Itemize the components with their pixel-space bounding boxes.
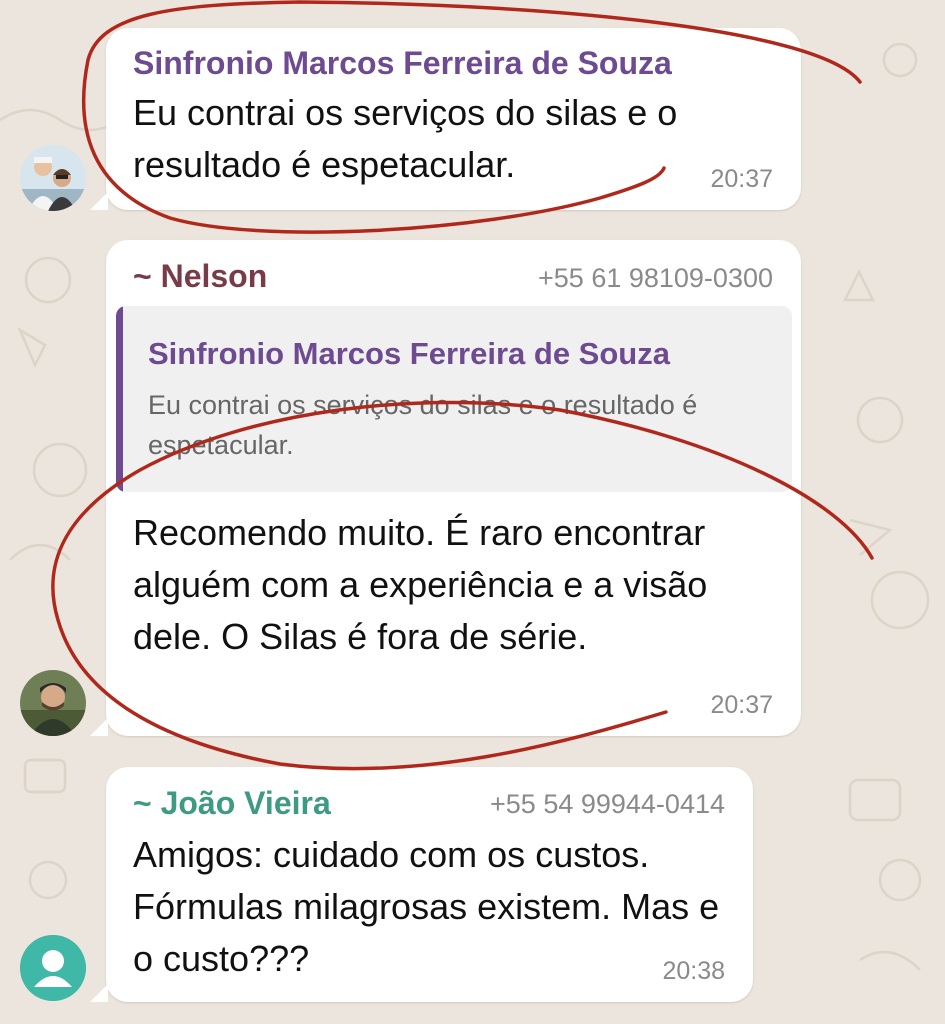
default-person-icon [20, 935, 86, 1001]
sender-name[interactable]: Sinfronio Marcos Ferreira de Souza [133, 45, 672, 82]
quoted-message[interactable]: Sinfronio Marcos Ferreira de Souza Eu co… [116, 306, 792, 492]
couple-photo-icon [20, 145, 86, 211]
message-bubble-sinfronio[interactable]: Sinfronio Marcos Ferreira de Souza Eu co… [106, 28, 801, 210]
message-timestamp: 20:37 [710, 691, 773, 719]
quoted-text: Eu contrai os serviços do silas e o resu… [148, 390, 698, 460]
message-timestamp: 20:38 [662, 957, 725, 985]
message-timestamp: 20:37 [710, 165, 773, 193]
message-bubble-nelson[interactable]: ~ Nelson +55 61 98109-0300 Sinfronio Mar… [106, 240, 801, 736]
bubble-tail [90, 718, 108, 736]
message-text: Recomendo muito. É raro encontrar alguém… [133, 512, 708, 657]
man-photo-icon [20, 670, 86, 736]
quoted-sender-name: Sinfronio Marcos Ferreira de Souza [148, 336, 670, 371]
message-text: Eu contrai os serviços do silas e o resu… [133, 92, 678, 185]
couple-photo-avatar[interactable] [20, 145, 86, 211]
message-bubble-joao[interactable]: ~ João Vieira +55 54 99944-0414 Amigos: … [106, 767, 753, 1002]
sender-name[interactable]: ~ João Vieira [133, 785, 331, 822]
message-text: Amigos: cuidado com os custos. Fórmulas … [133, 834, 720, 979]
bubble-tail [90, 192, 108, 210]
bubble-tail [90, 984, 108, 1002]
default-person-avatar[interactable] [20, 935, 86, 1001]
sender-phone[interactable]: +55 54 99944-0414 [490, 789, 725, 820]
sender-name[interactable]: ~ Nelson [133, 258, 267, 295]
sender-phone[interactable]: +55 61 98109-0300 [538, 263, 773, 294]
man-photo-avatar[interactable] [20, 670, 86, 736]
quote-bar [116, 306, 123, 492]
